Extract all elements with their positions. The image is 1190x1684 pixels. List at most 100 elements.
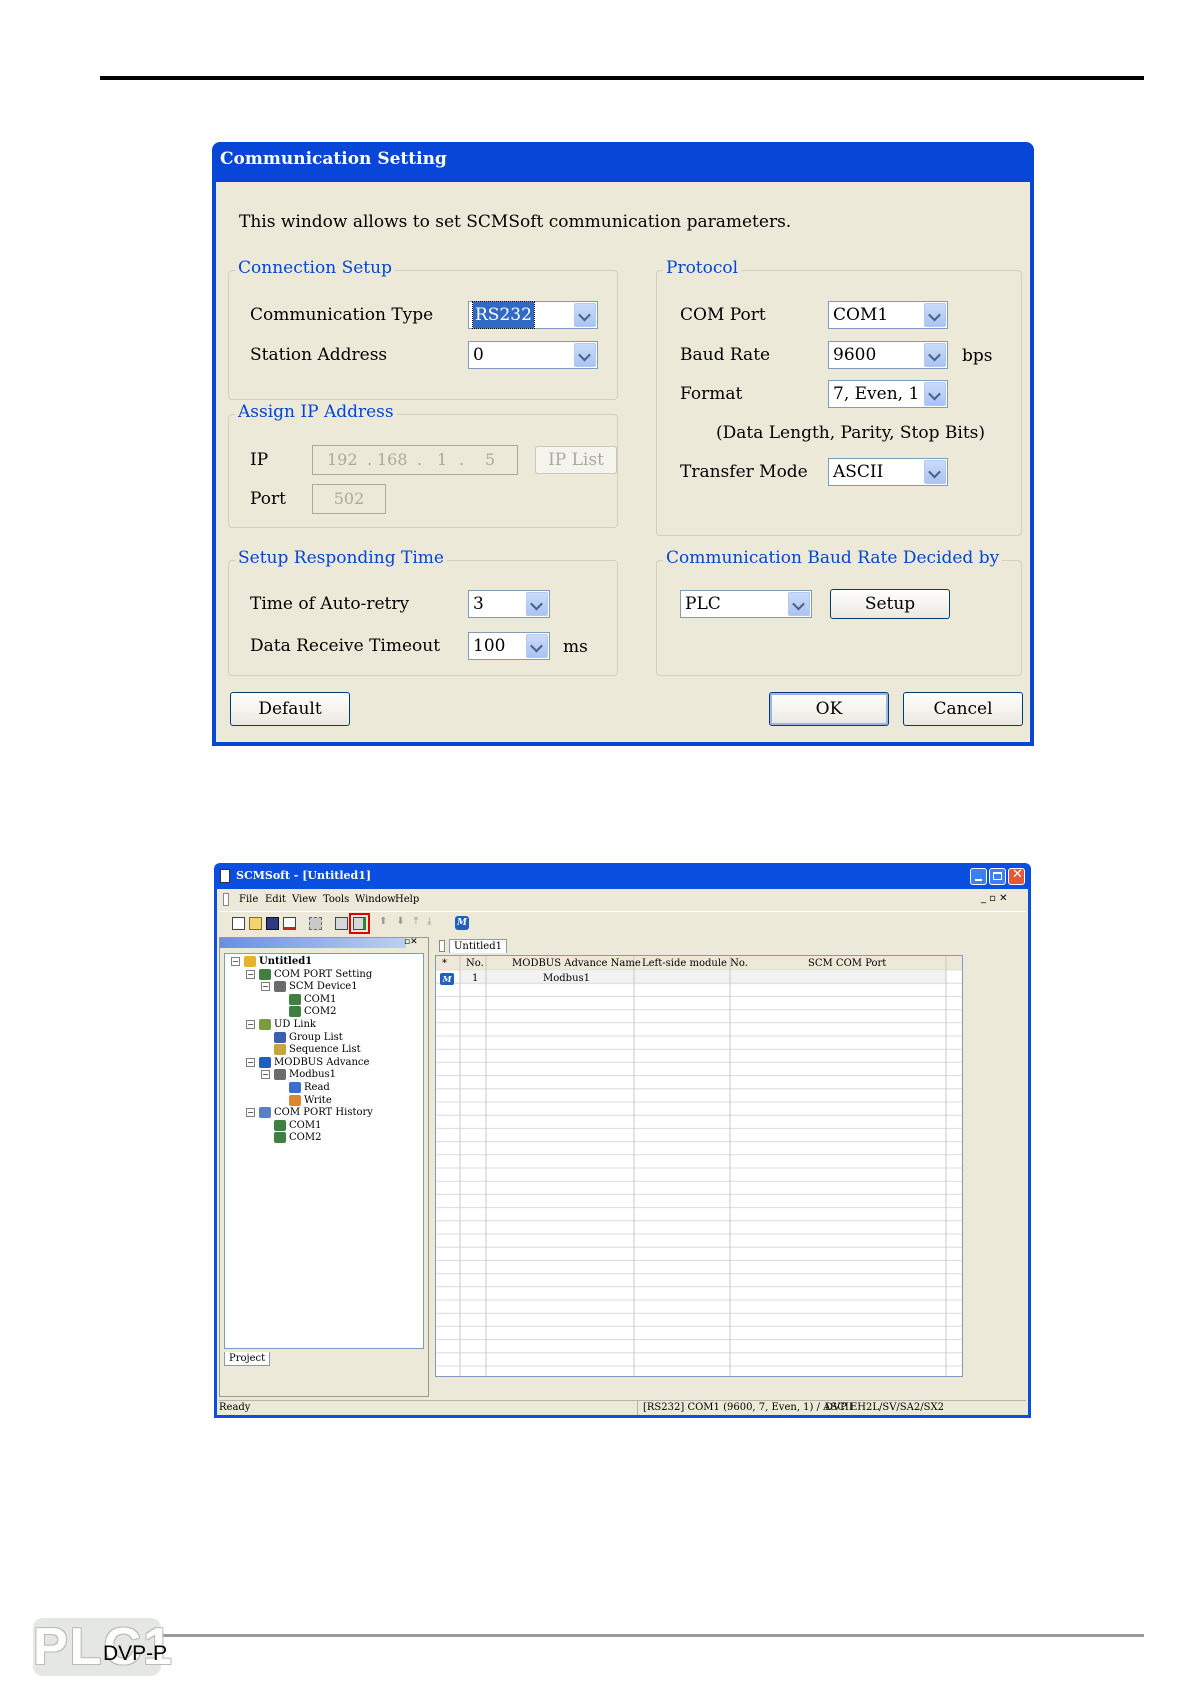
doc-icon <box>223 893 229 906</box>
chevron-down-icon[interactable] <box>924 343 946 367</box>
minimize-button[interactable] <box>970 868 987 885</box>
collapse-toggle-icon[interactable]: − <box>246 1108 255 1118</box>
table-row-name[interactable]: Modbus1 <box>543 973 590 984</box>
tree-item[interactable]: Group List <box>261 1031 343 1043</box>
collapse-toggle-icon[interactable]: − <box>261 982 270 992</box>
port-field[interactable]: 502 <box>312 484 386 514</box>
menu-file[interactable]: File <box>239 894 258 905</box>
pane-controls[interactable]: ▫✕ <box>404 937 418 947</box>
ip-list-button[interactable]: IP List <box>535 446 617 474</box>
window-title: SCMSoft - [Untitled1] <box>236 869 372 882</box>
tree-item[interactable]: − UD Link <box>246 1019 316 1030</box>
mdi-controls[interactable]: _ ▫ ✕ <box>981 893 1008 904</box>
top-rule <box>100 76 1144 80</box>
tree-item[interactable]: COM1 <box>276 993 336 1005</box>
baud-rate-select[interactable]: 9600 <box>828 341 948 369</box>
online-icon[interactable] <box>309 917 322 930</box>
menu-window[interactable]: Window <box>355 894 396 905</box>
tree-item[interactable]: COM2 <box>261 1132 322 1144</box>
sequence-list-icon <box>274 1044 286 1056</box>
collapse-toggle-icon[interactable]: − <box>231 957 240 966</box>
pane-caption <box>220 938 406 948</box>
close-button[interactable]: ✕ <box>1008 867 1025 885</box>
tree-item[interactable]: COM2 <box>276 1006 336 1018</box>
modbus-icon <box>259 1056 271 1068</box>
collapse-toggle-icon[interactable]: − <box>261 1070 270 1080</box>
cancel-button[interactable]: Cancel <box>903 692 1023 726</box>
tree-item[interactable]: − Modbus1 <box>261 1069 336 1081</box>
tree-item-label: COM2 <box>289 1132 322 1144</box>
chevron-down-icon[interactable] <box>924 460 946 484</box>
scmsoft-window: SCMSoft - [Untitled1] ✕ File Edit View T… <box>214 863 1031 1418</box>
project-icon <box>244 956 256 967</box>
chevron-down-icon[interactable] <box>924 382 946 406</box>
chevron-down-icon[interactable] <box>574 343 596 367</box>
download-icon[interactable] <box>353 917 366 930</box>
tree-item-label: Group List <box>289 1031 343 1043</box>
save-as-icon[interactable] <box>283 917 296 930</box>
tree-item[interactable]: Read <box>276 1082 330 1093</box>
link-icon <box>259 1019 271 1030</box>
project-tab[interactable]: Project <box>224 1352 271 1366</box>
communication-type-select[interactable]: RS232 <box>468 301 598 329</box>
tree-item[interactable]: Write <box>276 1094 332 1106</box>
tree-item-label: COM PORT History <box>274 1107 373 1119</box>
tree-item[interactable]: − MODBUS Advance <box>246 1056 369 1068</box>
upload-icon[interactable] <box>335 917 348 930</box>
port-icon <box>289 1006 301 1018</box>
default-button[interactable]: Default <box>230 692 350 726</box>
auto-retry-value: 3 <box>473 594 484 614</box>
tree-item[interactable]: − Untitled1 <box>231 956 312 967</box>
new-file-icon[interactable] <box>232 917 245 930</box>
baud-decided-select[interactable]: PLC <box>680 590 812 618</box>
tree-item[interactable]: Sequence List <box>261 1044 361 1056</box>
menu-view[interactable]: View <box>292 894 317 905</box>
communication-type-label: Communication Type <box>250 305 434 325</box>
ok-button[interactable]: OK <box>769 692 889 726</box>
tree-item-label: Untitled1 <box>259 956 313 967</box>
chevron-down-icon[interactable] <box>924 303 946 327</box>
port-label: Port <box>250 489 286 509</box>
tree-item-label: Modbus1 <box>289 1069 336 1081</box>
ip-address-field[interactable]: 192 . 168 . 1 . 5 <box>312 445 518 475</box>
setup-button[interactable]: Setup <box>830 589 950 619</box>
maximize-icon <box>993 872 1002 880</box>
tree-item[interactable]: − COM PORT History <box>246 1107 373 1119</box>
ip-label: IP <box>250 450 269 470</box>
status-ready: Ready <box>219 1402 251 1413</box>
collapse-toggle-icon[interactable]: − <box>246 969 255 979</box>
collapse-toggle-icon[interactable]: − <box>246 1020 255 1029</box>
menu-bar: File Edit View Tools Window Help _ ▫ ✕ <box>219 891 1026 909</box>
device-icon <box>274 981 286 993</box>
tree-item[interactable]: − SCM Device1 <box>261 981 358 993</box>
communication-setting-dialog: Communication Setting This window allows… <box>212 142 1034 746</box>
tree-item[interactable]: COM1 <box>261 1119 321 1131</box>
collapse-toggle-icon[interactable]: − <box>246 1057 255 1067</box>
tree-item[interactable]: − COM PORT Setting <box>246 968 372 980</box>
format-select[interactable]: 7, Even, 1 <box>828 380 948 408</box>
minimize-icon <box>975 879 982 881</box>
move-arrows-icon[interactable]: ⬆⬇⤒⤓ <box>379 916 441 927</box>
chevron-down-icon[interactable] <box>526 634 548 658</box>
maximize-button[interactable] <box>989 868 1006 885</box>
menu-help[interactable]: Help <box>395 894 419 905</box>
chevron-down-icon[interactable] <box>574 303 596 327</box>
com-port-select[interactable]: COM1 <box>828 301 948 329</box>
save-icon[interactable] <box>266 917 279 930</box>
tab-untitled1[interactable]: Untitled1 <box>449 939 507 953</box>
station-address-select[interactable]: 0 <box>468 341 598 369</box>
tree-item-label: Write <box>304 1094 332 1106</box>
open-folder-icon[interactable] <box>249 917 262 930</box>
auto-retry-select[interactable]: 3 <box>468 590 550 618</box>
ip-octet-2: 168 <box>377 450 408 469</box>
modbus-icon[interactable]: M <box>455 916 469 930</box>
transfer-mode-select[interactable]: ASCII <box>828 458 948 486</box>
chevron-down-icon[interactable] <box>788 592 810 616</box>
receive-timeout-select[interactable]: 100 <box>468 632 550 660</box>
table-row-no[interactable]: 1 <box>472 973 478 984</box>
modbus-row-icon: M <box>440 973 454 985</box>
chevron-down-icon[interactable] <box>526 592 548 616</box>
connection-setup-group <box>228 270 618 400</box>
menu-edit[interactable]: Edit <box>265 894 286 905</box>
menu-tools[interactable]: Tools <box>323 894 349 905</box>
